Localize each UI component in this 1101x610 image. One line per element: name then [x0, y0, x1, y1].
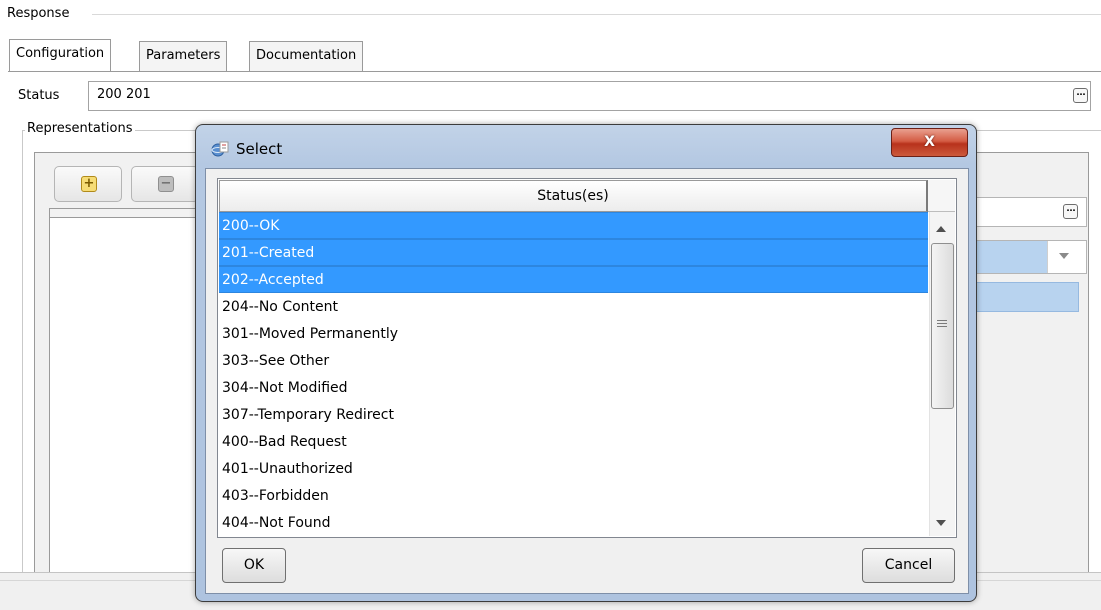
selected-list-row[interactable] [970, 282, 1079, 312]
table-row[interactable]: 403--Forbidden [219, 482, 928, 509]
status-browse-button[interactable]: … [1073, 88, 1088, 103]
table-row[interactable]: 404--Not Found [219, 509, 928, 536]
scroll-down-icon[interactable] [936, 520, 946, 526]
remove-representation-button[interactable]: − [131, 166, 199, 202]
ellipsis-icon: … [1066, 204, 1076, 214]
column-header-status[interactable]: Status(es) [219, 180, 928, 212]
representations-label: Representations [25, 121, 135, 136]
tab-configuration[interactable]: Configuration [9, 39, 112, 72]
close-button[interactable]: X [891, 128, 968, 157]
ok-button[interactable]: OK [222, 548, 286, 583]
representation-browse-button[interactable]: … [1063, 204, 1078, 219]
representations-list[interactable] [49, 208, 209, 588]
table-row[interactable]: 202--Accepted [219, 266, 928, 293]
status-label: Status [18, 88, 60, 103]
table-row[interactable]: 301--Moved Permanently [219, 320, 928, 347]
response-section-label: Response [7, 6, 70, 21]
status-input[interactable]: 200 201 [88, 81, 1091, 111]
app-icon [211, 141, 229, 157]
table-row[interactable]: 303--See Other [219, 347, 928, 374]
minus-icon: − [158, 176, 174, 192]
table-row[interactable]: 400--Bad Request [219, 428, 928, 455]
table-row[interactable]: 201--Created [219, 239, 928, 266]
plus-icon: + [81, 176, 97, 192]
header-corner [928, 180, 955, 212]
representations-list-header [50, 209, 208, 218]
table-row[interactable]: 204--No Content [219, 293, 928, 320]
chevron-down-icon [1059, 253, 1069, 259]
tab-parameters[interactable]: Parameters [139, 41, 228, 71]
grip-icon [937, 320, 947, 329]
table-row[interactable]: 200--OK [219, 212, 928, 239]
ellipsis-icon: … [1076, 88, 1086, 98]
scroll-up-icon[interactable] [936, 226, 946, 232]
status-rows: 200--OK 201--Created 202--Accepted 204--… [219, 212, 928, 536]
tab-documentation[interactable]: Documentation [249, 41, 364, 71]
table-row[interactable]: 304--Not Modified [219, 374, 928, 401]
dialog-title: Select [236, 140, 283, 158]
table-row[interactable]: 401--Unauthorized [219, 455, 928, 482]
cancel-button[interactable]: Cancel [862, 548, 955, 583]
add-representation-button[interactable]: + [54, 166, 122, 202]
table-row[interactable]: 307--Temporary Redirect [219, 401, 928, 428]
close-icon: X [924, 134, 935, 150]
tab-strip-border [8, 71, 1101, 72]
section-divider [92, 14, 1101, 15]
